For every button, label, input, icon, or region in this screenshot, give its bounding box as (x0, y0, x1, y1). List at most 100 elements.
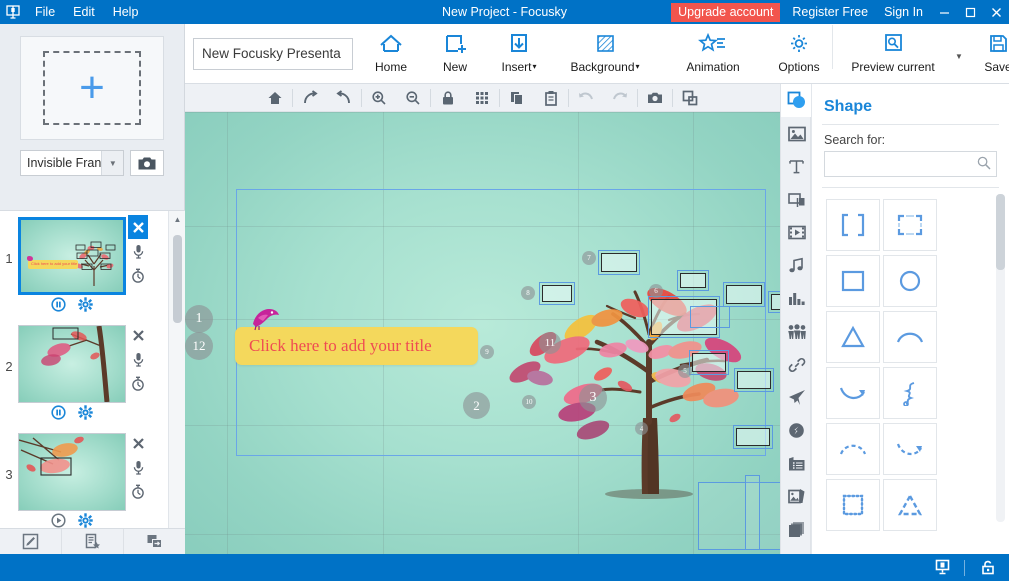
rail-chart[interactable] (781, 282, 812, 315)
slides-scrollbar[interactable]: ▲ ▼ (168, 211, 185, 553)
object-selection[interactable] (723, 282, 765, 307)
object-selection[interactable] (690, 306, 730, 328)
preview-dropdown-caret-icon[interactable]: ▼ (952, 25, 966, 83)
left-transition-button[interactable] (124, 529, 185, 554)
search-icon[interactable] (977, 156, 991, 173)
rail-video[interactable] (781, 216, 812, 249)
ribbon-background[interactable]: Background▾ (551, 25, 659, 83)
close-button[interactable] (983, 0, 1009, 24)
microphone-icon[interactable] (128, 347, 148, 371)
frame-type-select[interactable]: Invisible Fran ▼ (20, 150, 125, 176)
path-number-1[interactable]: 1 (185, 305, 213, 333)
list-item[interactable]: 2 (0, 319, 168, 427)
rail-flash[interactable] (781, 414, 812, 447)
canvas-paste[interactable] (534, 84, 568, 111)
path-number-11[interactable]: 11 (539, 332, 561, 354)
rail-gallery[interactable] (781, 480, 812, 513)
list-item[interactable]: 1 Click here to add your title (0, 211, 168, 319)
scroll-up-icon[interactable]: ▲ (169, 211, 186, 228)
canvas-fullscreen[interactable] (673, 84, 707, 111)
chevron-down-icon[interactable]: ▼ (101, 151, 124, 175)
timer-icon[interactable] (128, 479, 148, 503)
canvas-rotate-right[interactable] (293, 84, 327, 111)
shape-dashed-triangle[interactable] (883, 479, 937, 531)
shape-arc-up[interactable] (883, 311, 937, 363)
object-selection[interactable] (734, 368, 774, 392)
ribbon-insert[interactable]: Insert▾ (487, 25, 551, 83)
ribbon-home[interactable]: Home (359, 25, 423, 83)
rail-shape[interactable] (781, 84, 812, 117)
minimize-button[interactable] (931, 0, 957, 24)
shape-dashed-arc[interactable] (826, 423, 880, 475)
object-selection[interactable] (677, 270, 709, 291)
path-number-9[interactable]: 9 (480, 345, 494, 359)
canvas-zoom-in[interactable] (362, 84, 396, 111)
pause-icon[interactable] (51, 405, 66, 423)
path-number-6[interactable]: 6 (649, 284, 663, 298)
ribbon-animation[interactable]: Animation (659, 25, 767, 83)
rail-callout[interactable] (781, 183, 812, 216)
sign-in-link[interactable]: Sign In (876, 5, 931, 19)
canvas-rotate-left[interactable] (327, 84, 361, 111)
canvas-redo[interactable] (603, 84, 637, 111)
rail-text[interactable] (781, 150, 812, 183)
ribbon-save[interactable]: Save (966, 25, 1009, 83)
menu-file[interactable]: File (26, 0, 64, 24)
rail-link[interactable] (781, 348, 812, 381)
gear-icon[interactable] (78, 297, 93, 315)
bottom-present-button[interactable] (920, 554, 964, 581)
object-selection[interactable] (598, 250, 640, 275)
scrollbar-thumb[interactable] (173, 235, 182, 323)
scrollbar-thumb[interactable] (996, 194, 1005, 270)
timer-icon[interactable] (128, 371, 148, 395)
delete-slide-button[interactable] (128, 431, 148, 455)
rail-animation-path[interactable] (781, 381, 812, 414)
upgrade-account-button[interactable]: Upgrade account (671, 2, 781, 22)
gear-icon[interactable] (78, 405, 93, 423)
shape-arc-arrow-down[interactable] (826, 367, 880, 419)
object-selection[interactable] (733, 425, 773, 449)
slide-thumbnail[interactable]: Click here to add your title (18, 217, 126, 295)
add-slide-button[interactable]: + (20, 36, 164, 140)
rail-layers[interactable] (781, 513, 812, 546)
object-selection[interactable] (539, 282, 575, 305)
frame-selection-3[interactable] (745, 475, 760, 550)
left-edit-button[interactable] (0, 529, 62, 554)
canvas-grid[interactable] (465, 84, 499, 111)
path-number-12[interactable]: 12 (185, 332, 213, 360)
path-number-10[interactable]: 10 (522, 395, 536, 409)
microphone-icon[interactable] (128, 455, 148, 479)
object-selection[interactable] (768, 291, 780, 313)
frame-selection-2[interactable] (698, 482, 780, 550)
left-template-button[interactable] (62, 529, 124, 554)
rail-music[interactable] (781, 249, 812, 282)
menu-help[interactable]: Help (104, 0, 148, 24)
canvas-undo[interactable] (569, 84, 603, 111)
shape-triangle[interactable] (826, 311, 880, 363)
shape-dashed-arc-arrow[interactable] (883, 423, 937, 475)
microphone-icon[interactable] (128, 239, 148, 263)
bottom-unlock-button[interactable] (965, 554, 1009, 581)
path-number-7[interactable]: 7 (582, 251, 596, 265)
shape-dotted-square[interactable] (826, 479, 880, 531)
canvas-copy[interactable] (500, 84, 534, 111)
menu-edit[interactable]: Edit (64, 0, 104, 24)
shape-panel-scrollbar[interactable] (996, 194, 1005, 522)
project-name-input[interactable] (193, 37, 353, 70)
shape-squiggle[interactable] (883, 367, 937, 419)
canvas-home[interactable] (258, 84, 292, 111)
register-free-link[interactable]: Register Free (784, 5, 876, 19)
slide-thumbnail[interactable] (18, 325, 126, 403)
canvas-zoom-out[interactable] (396, 84, 430, 111)
search-input[interactable] (824, 151, 997, 177)
path-number-5[interactable]: 5 (678, 364, 692, 378)
path-number-8[interactable]: 8 (521, 286, 535, 300)
slide-canvas[interactable]: Click here to add your title 1 12 2 3 4 … (185, 112, 780, 554)
title-text-box[interactable]: Click here to add your title (235, 327, 478, 365)
pause-icon[interactable] (51, 297, 66, 315)
path-number-3[interactable]: 3 (579, 384, 607, 412)
maximize-button[interactable] (957, 0, 983, 24)
ribbon-new[interactable]: New (423, 25, 487, 83)
shape-brackets[interactable] (826, 199, 880, 251)
capture-frame-button[interactable] (130, 150, 164, 176)
